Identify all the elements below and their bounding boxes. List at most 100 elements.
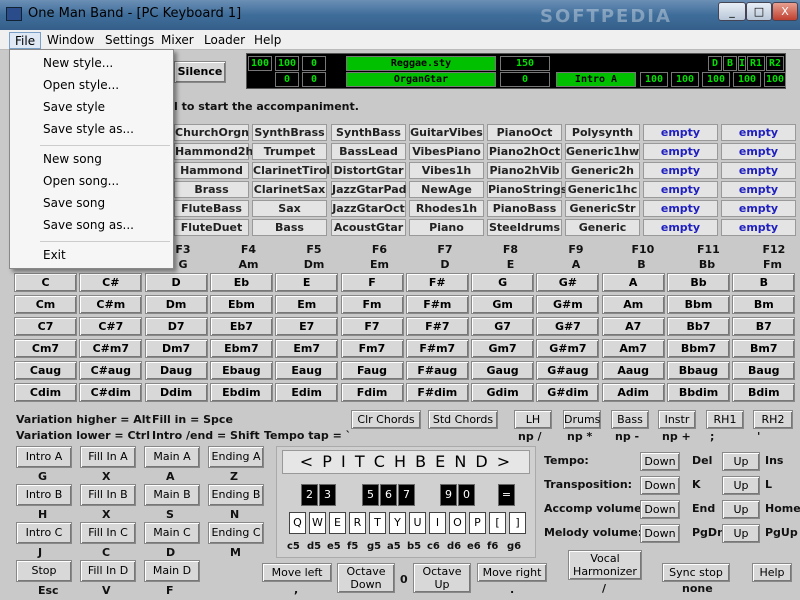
- chord-button[interactable]: Fdim: [340, 383, 404, 402]
- part-button[interactable]: Drums: [563, 410, 601, 429]
- white-key[interactable]: Y: [389, 512, 406, 534]
- patch-button[interactable]: PianoBass: [487, 200, 562, 217]
- patch-button[interactable]: Polysynth: [565, 124, 640, 141]
- white-key[interactable]: [: [489, 512, 506, 534]
- chord-button[interactable]: Em7: [275, 339, 339, 358]
- menu-item-save-song-as[interactable]: Save song as...: [43, 218, 134, 232]
- chord-button[interactable]: Ebm7: [209, 339, 273, 358]
- patch-button[interactable]: Hammond: [174, 162, 249, 179]
- section-button[interactable]: Main C: [144, 522, 200, 544]
- chord-button[interactable]: C#m7: [79, 339, 143, 358]
- patch-button[interactable]: empty: [721, 124, 796, 141]
- chord-button[interactable]: Baug: [732, 361, 796, 380]
- chord-button[interactable]: Ddim: [144, 383, 208, 402]
- patch-button[interactable]: empty: [721, 200, 796, 217]
- chord-button[interactable]: G#m7: [536, 339, 600, 358]
- silence-button[interactable]: Silence: [174, 61, 226, 83]
- black-key[interactable]: =: [498, 484, 515, 506]
- section-button[interactable]: Intro C: [16, 522, 72, 544]
- chord-button[interactable]: Dm7: [144, 339, 208, 358]
- chord-button[interactable]: E7: [275, 317, 339, 336]
- menu-settings[interactable]: Settings: [100, 32, 159, 49]
- section-button[interactable]: Fill In A: [80, 446, 136, 468]
- chord-button[interactable]: D: [144, 273, 208, 292]
- patch-button[interactable]: empty: [643, 181, 718, 198]
- white-key[interactable]: O: [449, 512, 466, 534]
- chord-button[interactable]: Aaug: [601, 361, 665, 380]
- chord-button[interactable]: Fm: [340, 295, 404, 314]
- chord-button[interactable]: G#: [536, 273, 600, 292]
- white-key[interactable]: E: [329, 512, 346, 534]
- chord-button[interactable]: G#7: [536, 317, 600, 336]
- chord-button[interactable]: D7: [144, 317, 208, 336]
- chord-button[interactable]: F#aug: [405, 361, 469, 380]
- chord-button[interactable]: Am: [601, 295, 665, 314]
- chord-button[interactable]: C#m: [79, 295, 143, 314]
- std-chords-button[interactable]: Std Chords: [428, 410, 498, 429]
- section-button[interactable]: Ending C: [208, 522, 264, 544]
- chord-button[interactable]: Bdim: [732, 383, 796, 402]
- chord-button[interactable]: Em: [275, 295, 339, 314]
- patch-button[interactable]: BassLead: [331, 143, 406, 160]
- menu-item-save-style-as[interactable]: Save style as...: [43, 122, 134, 136]
- white-key[interactable]: W: [309, 512, 326, 534]
- white-key[interactable]: R: [349, 512, 366, 534]
- chord-button[interactable]: C#7: [79, 317, 143, 336]
- patch-button[interactable]: Brass: [174, 181, 249, 198]
- part-button[interactable]: RH1: [706, 410, 744, 429]
- black-key[interactable]: 2: [301, 484, 318, 506]
- chord-button[interactable]: B7: [732, 317, 796, 336]
- down-button[interactable]: Down: [640, 476, 680, 495]
- clear-chords-button[interactable]: Clr Chords: [351, 410, 421, 429]
- menu-item-new-song[interactable]: New song: [43, 152, 102, 166]
- move-right-button[interactable]: Move right: [477, 563, 547, 582]
- patch-button[interactable]: Rhodes1h: [409, 200, 484, 217]
- chord-button[interactable]: Bbm: [667, 295, 730, 314]
- chord-button[interactable]: F7: [340, 317, 404, 336]
- patch-button[interactable]: Steeldrums: [487, 219, 562, 236]
- patch-button[interactable]: Bass: [252, 219, 327, 236]
- patch-button[interactable]: Piano2hVib: [487, 162, 562, 179]
- chord-button[interactable]: Gm7: [471, 339, 535, 358]
- section-button[interactable]: Ending A: [208, 446, 264, 468]
- chord-button[interactable]: Bb7: [667, 317, 730, 336]
- menu-item-save-style[interactable]: Save style: [43, 100, 105, 114]
- patch-button[interactable]: JazzGtarPad: [331, 181, 407, 198]
- white-key[interactable]: U: [409, 512, 426, 534]
- patch-button[interactable]: GenericStr: [565, 200, 640, 217]
- chord-button[interactable]: C7: [14, 317, 77, 336]
- minimize-button[interactable]: _: [718, 2, 746, 21]
- chord-button[interactable]: Gm: [471, 295, 535, 314]
- menu-loader[interactable]: Loader: [199, 32, 250, 49]
- patch-button[interactable]: FluteDuet: [174, 219, 249, 236]
- part-button[interactable]: Instr: [658, 410, 696, 429]
- chord-button[interactable]: B: [732, 273, 796, 292]
- patch-button[interactable]: Generic1hc: [565, 181, 640, 198]
- section-button[interactable]: Fill In B: [80, 484, 136, 506]
- chord-button[interactable]: Eb7: [209, 317, 273, 336]
- chord-button[interactable]: G7: [471, 317, 535, 336]
- chord-button[interactable]: Ebaug: [209, 361, 273, 380]
- patch-button[interactable]: empty: [721, 219, 796, 236]
- chord-button[interactable]: Daug: [144, 361, 208, 380]
- chord-button[interactable]: C: [14, 273, 77, 292]
- chord-button[interactable]: F#7: [405, 317, 469, 336]
- section-button[interactable]: Ending B: [208, 484, 264, 506]
- black-key[interactable]: 5: [362, 484, 379, 506]
- chord-button[interactable]: F#m7: [405, 339, 469, 358]
- part-button[interactable]: RH2: [753, 410, 793, 429]
- chord-button[interactable]: Ebdim: [209, 383, 273, 402]
- black-key[interactable]: 3: [319, 484, 336, 506]
- up-button[interactable]: Up: [722, 476, 760, 495]
- down-button[interactable]: Down: [640, 452, 680, 471]
- patch-button[interactable]: empty: [643, 162, 718, 179]
- menu-item-new-style[interactable]: New style...: [43, 56, 113, 70]
- chord-button[interactable]: A7: [601, 317, 665, 336]
- chord-button[interactable]: F: [340, 273, 404, 292]
- move-left-button[interactable]: Move left: [262, 563, 332, 582]
- maximize-button[interactable]: □: [746, 2, 772, 21]
- close-button[interactable]: X: [772, 2, 798, 21]
- patch-button[interactable]: PianoOct: [487, 124, 562, 141]
- pitchbend-bar[interactable]: < P I T C H B E N D >: [282, 450, 530, 474]
- chord-button[interactable]: Eb: [209, 273, 273, 292]
